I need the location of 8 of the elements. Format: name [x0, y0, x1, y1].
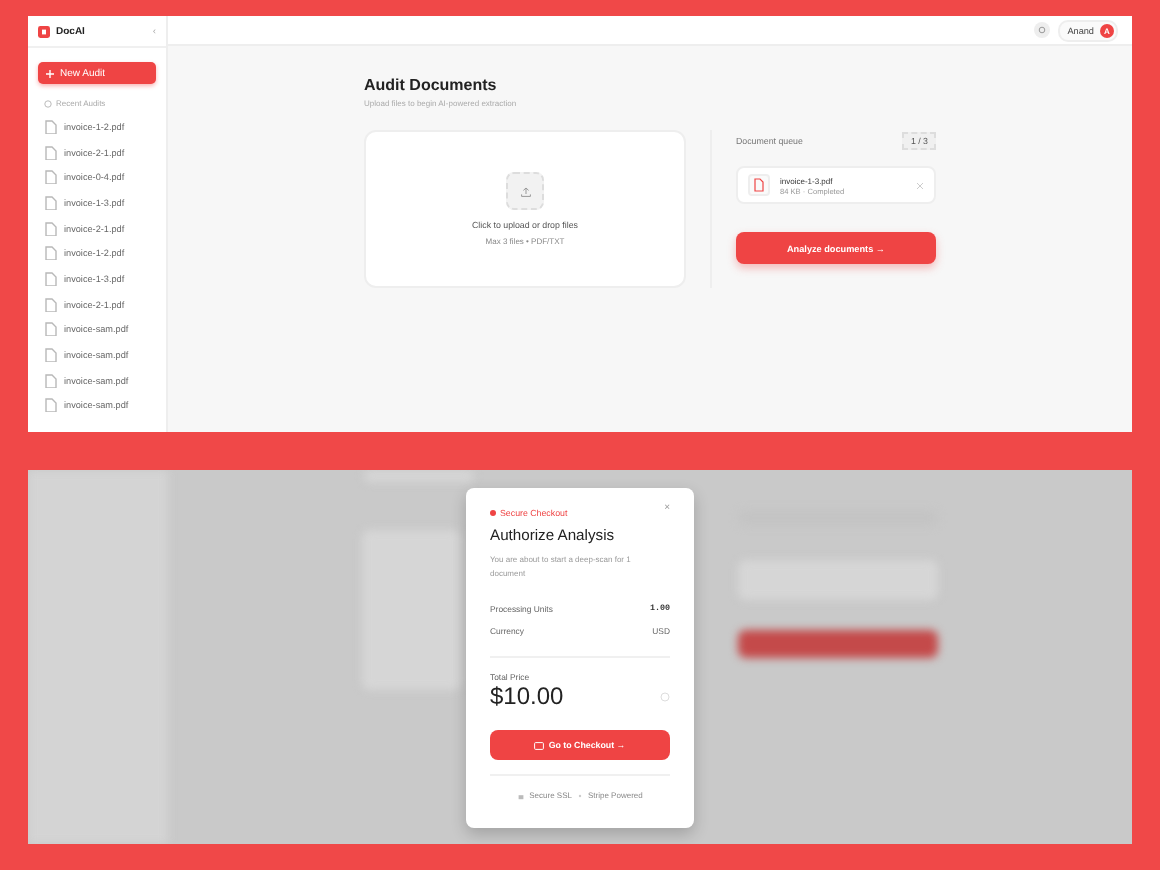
close-icon: [916, 181, 924, 189]
logo-icon: [38, 25, 50, 37]
plus-icon: [46, 69, 54, 77]
theme-toggle-icon: [1033, 22, 1050, 38]
upload-icon: [519, 185, 531, 197]
card-icon: [534, 741, 545, 749]
total-price: $10.00: [490, 682, 564, 710]
page-title: Audit Documents: [364, 76, 499, 94]
